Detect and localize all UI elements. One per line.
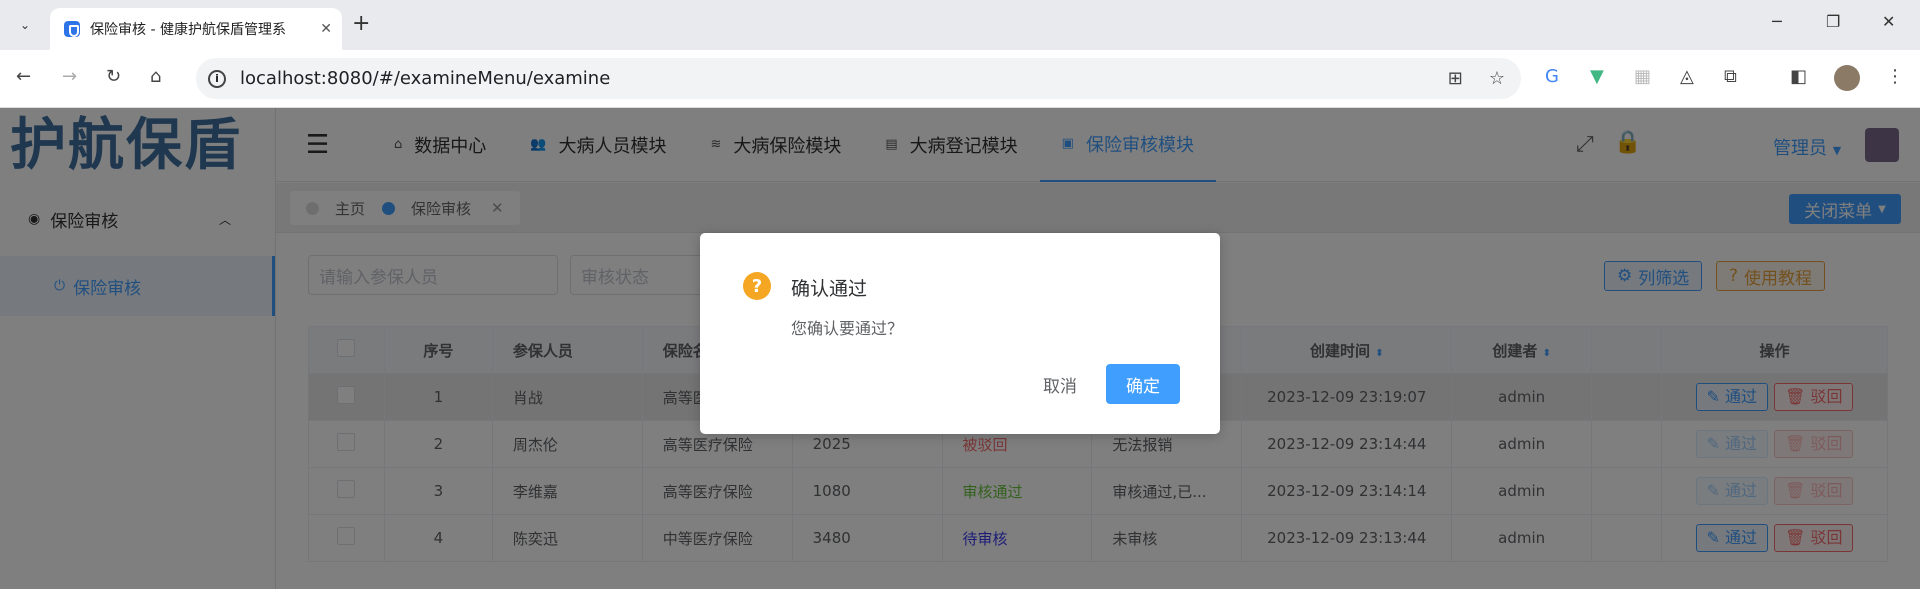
address-bar-row: ← → ↻ ⌂ i localhost:8080/#/examineMenu/e… — [0, 50, 1920, 108]
tab-title: 保险审核 - 健康护航保盾管理系 — [90, 22, 286, 38]
site-info-icon[interactable]: i — [208, 69, 226, 88]
cancel-button[interactable]: 取消 — [1030, 364, 1090, 404]
extension-a-icon[interactable]: ◬ — [1680, 66, 1694, 87]
extensions-puzzle-icon[interactable]: ⧉ — [1724, 66, 1737, 87]
browser-tab[interactable]: 保险审核 - 健康护航保盾管理系 ✕ — [50, 8, 342, 50]
question-icon: ? — [743, 272, 771, 300]
close-tab-icon[interactable]: ✕ — [320, 21, 332, 37]
dialog-title: 确认通过 — [791, 278, 868, 300]
close-window-icon[interactable]: ✕ — [1882, 12, 1895, 31]
confirm-dialog: ? 确认通过 您确认要通过？ 取消 确定 — [700, 233, 1220, 434]
tab-search-icon[interactable]: ⌄ — [12, 12, 38, 38]
minimize-icon[interactable]: ─ — [1772, 12, 1782, 31]
restore-icon[interactable]: ❐ — [1826, 12, 1840, 31]
shield-favicon-icon — [64, 21, 80, 37]
browser-tab-strip: ⌄ 保险审核 - 健康护航保盾管理系 ✕ + ─ ❐ ✕ — [0, 0, 1920, 50]
vue-devtools-icon[interactable]: ▼ — [1590, 66, 1604, 87]
extension-placeholder-icon[interactable]: ▦ — [1634, 66, 1651, 87]
profile-avatar[interactable] — [1834, 65, 1860, 91]
url-text: localhost:8080/#/examineMenu/examine — [240, 68, 611, 89]
forward-icon[interactable]: → — [62, 66, 77, 87]
confirm-button[interactable]: 确定 — [1106, 364, 1180, 404]
back-icon[interactable]: ← — [16, 66, 31, 87]
new-tab-icon[interactable]: + — [352, 11, 370, 36]
google-translate-ext-icon[interactable]: G — [1545, 66, 1559, 87]
translate-icon[interactable]: ⊞ — [1448, 68, 1463, 89]
reload-icon[interactable]: ↻ — [106, 66, 121, 87]
bookmark-star-icon[interactable]: ☆ — [1489, 68, 1505, 89]
browser-menu-icon[interactable]: ⋮ — [1886, 66, 1904, 87]
home-icon[interactable]: ⌂ — [150, 66, 161, 87]
url-field[interactable]: i localhost:8080/#/examineMenu/examine ⊞… — [196, 58, 1521, 99]
dialog-message: 您确认要通过？ — [791, 319, 904, 338]
side-panel-icon[interactable]: ◧ — [1790, 66, 1807, 87]
